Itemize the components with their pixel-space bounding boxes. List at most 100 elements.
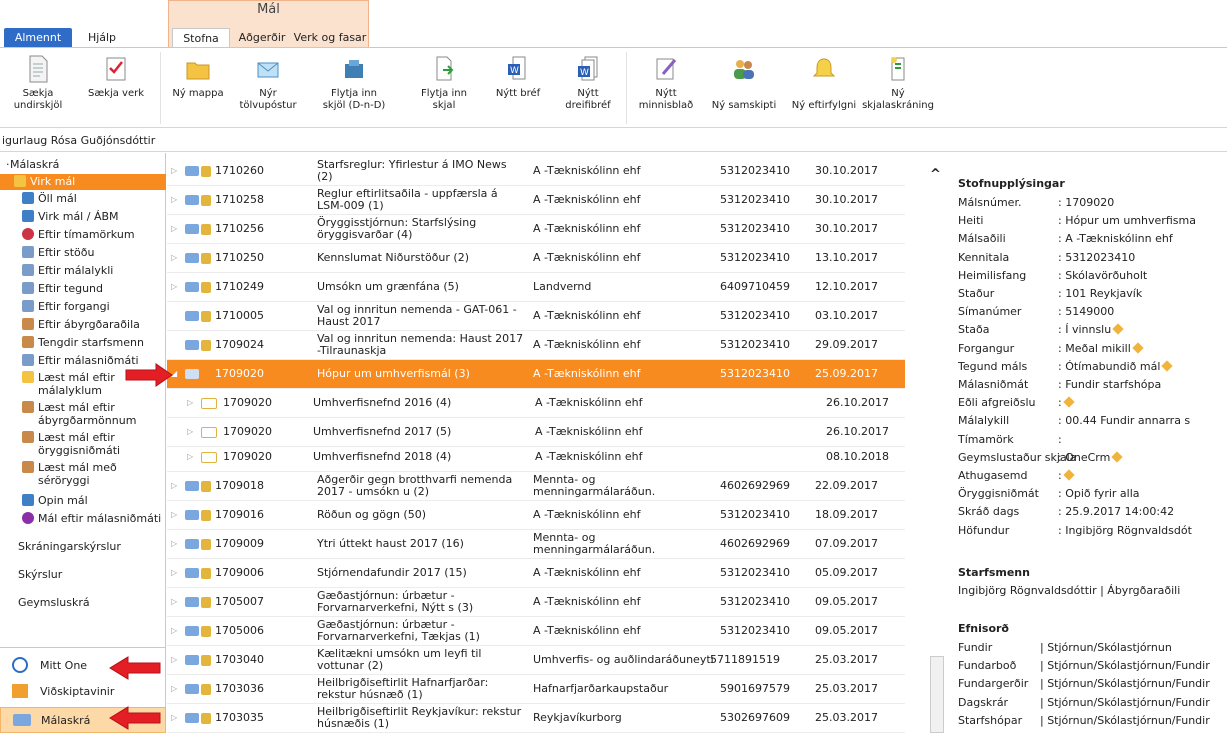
- expand-triangle-icon[interactable]: ▷: [171, 567, 177, 579]
- saekja-undirskjol-button[interactable]: Sækja undirskjöl: [10, 54, 66, 126]
- detail-field: Kennitala: 5312023410: [958, 251, 1227, 266]
- nytt-bref-button[interactable]: W Nýtt bréf: [490, 54, 546, 126]
- case-number: 1709020: [223, 450, 272, 463]
- edit-pencil-icon[interactable]: [1063, 469, 1075, 481]
- case-number: 1703035: [215, 711, 264, 724]
- case-date: 07.09.2017: [815, 537, 878, 550]
- table-row[interactable]: ▷ 1709009 Ytri úttekt haust 2017 (16) Me…: [167, 530, 905, 559]
- expand-triangle-icon[interactable]: ▷: [171, 194, 177, 206]
- ny-mappa-button[interactable]: Ný mappa: [170, 54, 226, 126]
- nytt-dreifibref-button[interactable]: W Nýtt dreifibréf: [558, 54, 618, 126]
- table-row[interactable]: ▷ 1705007 Gæðastjórnun: úrbætur - Forvar…: [167, 588, 905, 617]
- sidebar-item-eftir-stodu[interactable]: Eftir stöðu: [0, 245, 166, 261]
- sidebar-item-eftir-tegund[interactable]: Eftir tegund: [0, 281, 166, 297]
- table-row[interactable]: 1709024 Val og innritun nemenda: Haust 2…: [167, 331, 905, 360]
- sidebar-item-eftir-abyrgdaradila[interactable]: Eftir ábyrgðaraðila: [0, 317, 166, 333]
- edit-pencil-icon[interactable]: [1161, 360, 1174, 372]
- table-row[interactable]: ▷ 1705006 Gæðastjórnun: úrbætur - Forvar…: [167, 617, 905, 646]
- sidebar-section-geymsluskra[interactable]: Geymsluskrá: [0, 595, 166, 611]
- sidebar-item-mal-eftir-malasnidmati[interactable]: Mál eftir málasniðmáti: [0, 511, 166, 527]
- tab-adgerdir[interactable]: Aðgerðir: [234, 28, 290, 48]
- case-date: 09.05.2017: [815, 624, 878, 637]
- tab-stofna[interactable]: Stofna: [172, 28, 230, 49]
- nav-vidskiptavinir[interactable]: Viðskiptavinir: [0, 679, 166, 705]
- collapse-details-icon[interactable]: ^: [930, 167, 941, 182]
- flytja-inn-skjol-button[interactable]: Flytja inn skjöl (D-n-D): [320, 54, 388, 126]
- tab-hjalp[interactable]: Hjálp: [80, 28, 124, 48]
- tab-verk-og-fasar[interactable]: Verk og fasar: [292, 28, 368, 48]
- table-row[interactable]: ▷ 1710260 Starfsreglur: Yfirlestur á IMO…: [167, 157, 905, 186]
- expand-triangle-icon[interactable]: ▷: [187, 451, 193, 463]
- sidebar-section-skraningarskyrslur[interactable]: Skráningarskýrslur: [0, 539, 166, 555]
- expand-triangle-icon[interactable]: ▷: [171, 223, 177, 235]
- table-row[interactable]: ▷ 1703035 Heilbrigðiseftirlit Reykjavíku…: [167, 704, 905, 733]
- table-row[interactable]: ▷ 1709016 Röðun og gögn (50) A -Tækniskó…: [167, 501, 905, 530]
- button-label: Flytja inn skjöl (D-n-D): [322, 88, 386, 111]
- details-scrollbar[interactable]: [930, 656, 944, 733]
- expand-triangle-icon[interactable]: ▷: [171, 683, 177, 695]
- expand-triangle-icon[interactable]: ▷: [171, 480, 177, 492]
- sidebar-item-opin-mal[interactable]: Opin mál: [0, 493, 166, 509]
- expand-triangle-icon[interactable]: ▷: [171, 281, 177, 293]
- edit-pencil-icon[interactable]: [1132, 341, 1144, 354]
- ny-eftirfylgni-button[interactable]: Ný eftirfylgni: [784, 54, 864, 126]
- case-kennitala: 5312023410: [720, 193, 790, 206]
- table-row[interactable]: ▷ 1703040 Kælitækni umsókn um leyfi til …: [167, 646, 905, 675]
- case-title: Umhverfisnefnd 2017 (5): [313, 425, 452, 438]
- edit-pencil-icon[interactable]: [1111, 451, 1123, 463]
- case-date: 08.10.2018: [826, 450, 889, 463]
- sidebar-item-virk-mal[interactable]: Virk mál: [0, 174, 166, 190]
- table-row[interactable]: ▷ 1709006 Stjórnendafundir 2017 (15) A -…: [167, 559, 905, 588]
- detail-value-text: :: [1058, 469, 1062, 482]
- expand-triangle-icon[interactable]: ▷: [171, 538, 177, 550]
- table-row[interactable]: ▷ 1710250 Kennslumat Niðurstöður (2) A -…: [167, 244, 905, 273]
- expand-triangle-icon[interactable]: ▷: [171, 596, 177, 608]
- table-row-child[interactable]: ▷ 1709020 Umhverfisnefnd 2018 (4) A -Tæk…: [167, 443, 905, 472]
- table-row-child[interactable]: ▷ 1709020 Umhverfisnefnd 2016 (4) A -Tæk…: [167, 389, 905, 418]
- sidebar-section-skyrslur[interactable]: Skýrslur: [0, 567, 166, 583]
- table-row[interactable]: ▷ 1710256 Öryggisstjórnun: Starfslýsing …: [167, 215, 905, 244]
- list-icon: [22, 264, 34, 276]
- sidebar-item-laest-mal-seroryggi[interactable]: Læst mál með séröryggi: [0, 461, 166, 489]
- people-icon: [22, 318, 34, 330]
- expand-triangle-icon[interactable]: ▷: [187, 426, 193, 438]
- sidebar-item-virk-mal-abm[interactable]: Virk mál / ÁBM: [0, 209, 166, 225]
- case-title: Heilbrigðiseftirlit Reykjavíkur: rekstur…: [317, 705, 522, 730]
- expand-triangle-icon[interactable]: ▷: [171, 509, 177, 521]
- sidebar-item-eftir-forgangi[interactable]: Eftir forgangi: [0, 299, 166, 315]
- case-folder-icon: [185, 340, 199, 350]
- table-row[interactable]: 1710005 Val og innritun nemenda - GAT-06…: [167, 302, 905, 331]
- sidebar-item-eftir-timamorkum[interactable]: Eftir tímamörkum: [0, 227, 166, 243]
- expand-triangle-icon[interactable]: ▷: [187, 397, 193, 409]
- detail-label: Forgangur: [958, 341, 1015, 355]
- table-row-selected[interactable]: ◢ 1709020 Hópur um umhverfismál (3) A -T…: [167, 360, 905, 389]
- tab-almennt[interactable]: Almennt: [4, 28, 72, 48]
- expand-triangle-icon[interactable]: ▷: [171, 654, 177, 666]
- ny-skjalaskraning-button[interactable]: Ný skjalaskráning: [862, 54, 934, 126]
- saekja-verk-button[interactable]: Sækja verk: [84, 54, 148, 126]
- edit-pencil-icon[interactable]: [1063, 396, 1075, 408]
- flytja-inn-skjal-button[interactable]: Flytja inn skjal: [416, 54, 472, 126]
- sidebar-item-oll-mal[interactable]: Öll mál: [0, 191, 166, 207]
- expand-triangle-icon[interactable]: ▷: [171, 625, 177, 637]
- sidebar-item-laest-mal-oryggisnidmati[interactable]: Læst mál eftir öryggisniðmáti: [0, 431, 166, 459]
- expand-triangle-icon[interactable]: ▷: [171, 252, 177, 264]
- nyr-tolvupostur-button[interactable]: Nýr tölvupóstur: [239, 54, 297, 126]
- lock-icon: [201, 567, 211, 579]
- button-label: Sækja undirskjöl: [13, 88, 63, 111]
- expand-triangle-icon[interactable]: ▷: [171, 712, 177, 724]
- table-row[interactable]: ▷ 1710258 Reglur eftirlitsaðila - uppfær…: [167, 186, 905, 215]
- table-row[interactable]: ▷ 1710249 Umsókn um grænfána (5) Landver…: [167, 273, 905, 302]
- table-row[interactable]: ▷ 1703036 Heilbrigðiseftirlit Hafnarfjar…: [167, 675, 905, 704]
- ny-samskipti-button[interactable]: Ný samskipti: [706, 54, 782, 126]
- sidebar-root-malaskra[interactable]: ·Málaskrá: [0, 157, 166, 173]
- table-row[interactable]: ▷ 1709018 Aðgerðir gegn brotthvarfi neme…: [167, 472, 905, 501]
- sidebar-item-tengdir-starfsmenn[interactable]: Tengdir starfsmenn: [0, 335, 166, 351]
- expand-triangle-icon[interactable]: ▷: [171, 165, 177, 177]
- sidebar-item-laest-mal-abyrgdarmonnum[interactable]: Læst mál eftir ábyrgðarmönnum: [0, 401, 166, 429]
- case-party: A -Tækniskólinn ehf: [533, 338, 641, 351]
- detail-value-text: : A -Tækniskólinn ehf: [1058, 232, 1173, 246]
- nytt-minnisblad-button[interactable]: Nýtt minnisblað: [634, 54, 698, 126]
- edit-pencil-icon[interactable]: [1112, 323, 1124, 336]
- sidebar-item-eftir-malalykli[interactable]: Eftir málalykli: [0, 263, 166, 279]
